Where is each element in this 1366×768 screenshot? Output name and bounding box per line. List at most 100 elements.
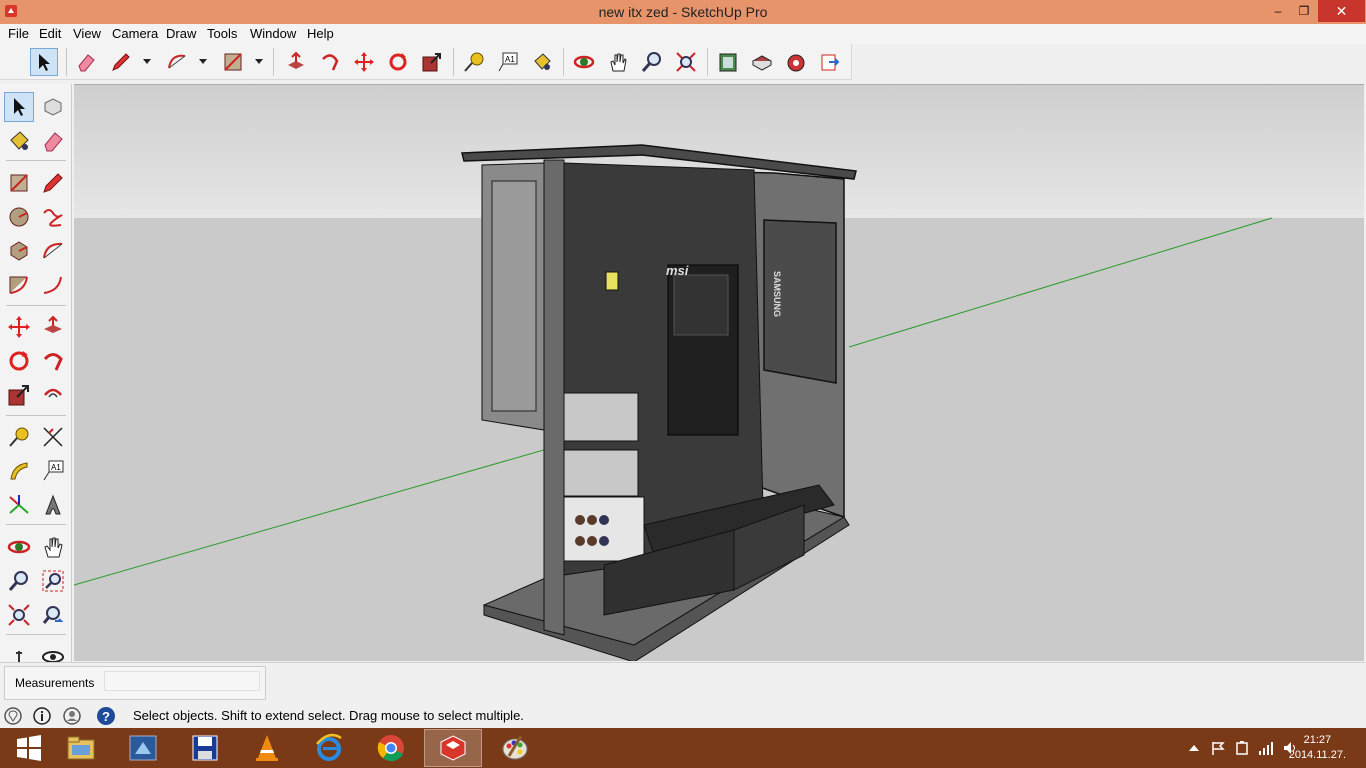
- follow-me-tool-button[interactable]: [316, 48, 344, 76]
- left-axes-button[interactable]: [4, 490, 34, 520]
- taskbar-sketchup[interactable]: [424, 729, 482, 767]
- left-previous-view-button[interactable]: [38, 600, 68, 630]
- taskbar-chrome[interactable]: [362, 729, 420, 767]
- tape-measure-icon: [9, 427, 29, 447]
- offset-icon: [44, 388, 62, 398]
- taskbar-save-app[interactable]: [176, 729, 234, 767]
- taskbar-file-explorer[interactable]: [52, 729, 110, 767]
- left-polygon-button[interactable]: [4, 236, 34, 266]
- credits-icon[interactable]: [32, 706, 52, 726]
- share-model-button[interactable]: [748, 48, 776, 76]
- arc-tool-dropdown[interactable]: [199, 59, 207, 64]
- left-push-pull-button[interactable]: [38, 312, 68, 342]
- taskbar-clock[interactable]: 21:27 2014.11.27.: [1289, 733, 1346, 763]
- push-pull-icon: [44, 315, 62, 333]
- left-line-button[interactable]: [38, 168, 68, 198]
- menu-window[interactable]: Window: [250, 26, 296, 41]
- measurements-input[interactable]: [104, 671, 260, 691]
- left-select-button[interactable]: [4, 92, 34, 122]
- drawing-viewport[interactable]: msi SAMSUNG: [74, 84, 1364, 661]
- left-orbit-button[interactable]: [4, 532, 34, 562]
- status-bar: ? Select objects. Shift to extend select…: [0, 702, 1366, 729]
- menu-camera[interactable]: Camera: [112, 26, 158, 41]
- pan-tool-button[interactable]: [604, 48, 632, 76]
- left-component-button[interactable]: [38, 92, 68, 122]
- menu-edit[interactable]: Edit: [39, 26, 61, 41]
- scale-tool-button[interactable]: [418, 48, 446, 76]
- left-scale-button[interactable]: [4, 380, 34, 410]
- paint-bucket-tool-button[interactable]: [528, 48, 556, 76]
- line-tool-button[interactable]: [107, 48, 135, 76]
- show-hidden-icons-button[interactable]: [1186, 740, 1202, 756]
- taskbar-paint[interactable]: [486, 729, 544, 767]
- internet-explorer-icon: [316, 733, 342, 761]
- eraser-tool-button[interactable]: [72, 48, 100, 76]
- close-button[interactable]: ✕: [1318, 0, 1365, 22]
- left-text-button[interactable]: A1: [38, 456, 68, 486]
- user-account-icon[interactable]: [62, 706, 82, 726]
- model-scene[interactable]: msi SAMSUNG: [74, 85, 1364, 661]
- select-tool-button[interactable]: [30, 48, 58, 76]
- left-3d-text-button[interactable]: [38, 490, 68, 520]
- layout-send-button[interactable]: [816, 48, 844, 76]
- menu-help[interactable]: Help: [307, 26, 334, 41]
- pc-case-model[interactable]: msi SAMSUNG: [461, 144, 857, 661]
- orbit-tool-button[interactable]: [570, 48, 598, 76]
- extension-warehouse-button[interactable]: [782, 48, 810, 76]
- move-tool-button[interactable]: [350, 48, 378, 76]
- battery-icon[interactable]: [1234, 740, 1250, 756]
- left-rotate-button[interactable]: [4, 346, 34, 376]
- action-center-icon[interactable]: [1210, 740, 1226, 756]
- left-pan-button[interactable]: [38, 532, 68, 562]
- left-pie-button[interactable]: [38, 270, 68, 300]
- left-offset-button[interactable]: [38, 380, 68, 410]
- network-icon[interactable]: [1258, 740, 1274, 756]
- left-freehand-button[interactable]: [38, 202, 68, 232]
- polygon-icon: [10, 241, 28, 261]
- left-circle-button[interactable]: [4, 202, 34, 232]
- left-dimension-button[interactable]: [38, 422, 68, 452]
- eraser-icon: [44, 132, 63, 152]
- left-rectangle-button[interactable]: [4, 168, 34, 198]
- rectangle-tool-dropdown[interactable]: [255, 59, 263, 64]
- left-2pt-arc-button[interactable]: [4, 270, 34, 300]
- left-follow-me-button[interactable]: [38, 346, 68, 376]
- left-zoom-extents-button[interactable]: [4, 600, 34, 630]
- send-to-layout-icon: [821, 54, 840, 71]
- help-icon[interactable]: ?: [96, 706, 116, 726]
- left-protractor-button[interactable]: [4, 456, 34, 486]
- rotate-tool-button[interactable]: [384, 48, 412, 76]
- rectangle-tool-button[interactable]: [219, 48, 247, 76]
- left-zoom-button[interactable]: [4, 566, 34, 596]
- title-bar: new itx zed - SketchUp Pro – ❐ ✕: [0, 0, 1366, 24]
- left-tape-measure-button[interactable]: [4, 422, 34, 452]
- geolocation-icon[interactable]: [3, 706, 23, 726]
- left-arc-button[interactable]: [38, 236, 68, 266]
- left-move-button[interactable]: [4, 312, 34, 342]
- zoom-extents-tool-button[interactable]: [672, 48, 700, 76]
- menu-tools[interactable]: Tools: [207, 26, 237, 41]
- warehouse-button[interactable]: [714, 48, 742, 76]
- menu-file[interactable]: File: [8, 26, 29, 41]
- taskbar-app-window[interactable]: [114, 729, 172, 767]
- follow-me-icon: [322, 54, 339, 71]
- protractor-icon: [10, 462, 28, 480]
- taskbar-vlc[interactable]: [238, 729, 296, 767]
- maximize-button[interactable]: ❐: [1290, 0, 1318, 22]
- zoom-tool-button[interactable]: [638, 48, 666, 76]
- menu-draw[interactable]: Draw: [166, 26, 196, 41]
- arc-tool-button[interactable]: [163, 48, 191, 76]
- left-paint-button[interactable]: [4, 126, 34, 156]
- start-button[interactable]: [0, 729, 58, 767]
- left-zoom-window-button[interactable]: [38, 566, 68, 596]
- minimize-button[interactable]: –: [1264, 0, 1292, 22]
- taskbar-internet-explorer[interactable]: [300, 729, 358, 767]
- left-eraser-button[interactable]: [38, 126, 68, 156]
- toolbar-empty-area: [852, 44, 1366, 80]
- arrow-cursor-icon: [39, 54, 50, 71]
- push-pull-tool-button[interactable]: [282, 48, 310, 76]
- line-tool-dropdown[interactable]: [143, 59, 151, 64]
- menu-view[interactable]: View: [73, 26, 101, 41]
- text-tool-button[interactable]: A1: [494, 48, 522, 76]
- tape-measure-tool-button[interactable]: [460, 48, 488, 76]
